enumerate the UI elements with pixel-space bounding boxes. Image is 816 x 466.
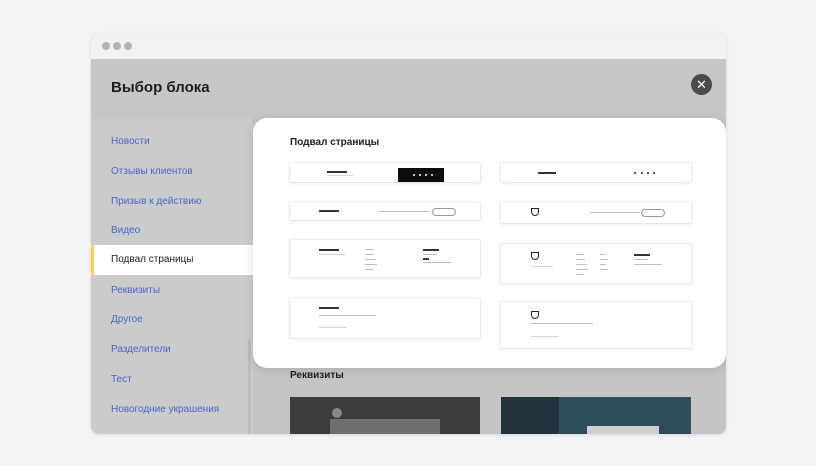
thumbnail-dot — [647, 172, 649, 174]
thumbnail-line — [365, 249, 373, 250]
thumbnail-dot — [419, 174, 421, 176]
sidebar-item-video[interactable]: Видео — [91, 216, 253, 246]
thumbnail-line — [423, 254, 437, 255]
footer-block-thumbnail[interactable] — [501, 302, 691, 348]
thumbnail-line — [365, 269, 373, 270]
close-icon: ✕ — [696, 77, 707, 92]
block-category-sidebar: Новости Отзывы клиентов Призыв к действи… — [91, 119, 253, 434]
thumbnail-button — [432, 208, 456, 216]
window-dot-icon — [102, 42, 110, 50]
thumbnail-text — [634, 254, 650, 256]
requisites-thumbnail[interactable] — [290, 397, 480, 434]
thumbnail-line — [327, 175, 353, 176]
browser-window: Выбор блока ✕ Новости Отзывы клиентов Пр… — [91, 33, 726, 434]
section-title-requisites: Реквизиты — [290, 370, 344, 381]
sidebar-scrollbar[interactable] — [248, 339, 251, 434]
thumbnail-graphic — [501, 397, 559, 434]
thumbnail-line — [600, 264, 606, 265]
window-dot-icon — [124, 42, 132, 50]
requisites-thumbnail[interactable] — [501, 397, 691, 434]
footer-block-thumbnail[interactable] — [290, 202, 480, 220]
thumbnail-line — [576, 269, 588, 270]
thumbnail-line — [576, 264, 587, 265]
thumbnail-logo-mark — [531, 252, 539, 260]
thumbnail-dark-block — [398, 168, 444, 182]
thumbnail-dot — [413, 174, 415, 176]
thumbnail-line — [379, 211, 429, 212]
thumbnail-line — [634, 259, 648, 260]
thumbnail-line — [319, 315, 375, 316]
thumbnail-line — [600, 254, 606, 255]
thumbnail-line — [365, 264, 377, 265]
thumbnail-line — [600, 259, 607, 260]
window-titlebar — [91, 33, 726, 60]
sidebar-item-call-to-action[interactable]: Призыв к действию — [91, 187, 253, 217]
thumbnail-dot — [653, 172, 655, 174]
thumbnail-text — [423, 249, 439, 251]
sidebar-item-requisites[interactable]: Реквизиты — [91, 276, 253, 306]
thumbnail-graphic — [332, 408, 342, 418]
window-dot-icon — [113, 42, 121, 50]
thumbnail-line — [576, 274, 584, 275]
thumbnail-dot — [431, 174, 433, 176]
sidebar-item-reviews[interactable]: Отзывы клиентов — [91, 157, 253, 187]
thumbnail-line — [576, 254, 584, 255]
sidebar-item-news[interactable]: Новости — [91, 127, 253, 157]
sidebar-item-test[interactable]: Тест — [91, 365, 253, 395]
thumbnail-line — [576, 259, 585, 260]
thumbnail-graphic — [330, 419, 440, 434]
thumbnail-logo — [327, 171, 347, 173]
thumbnail-logo — [319, 210, 339, 212]
thumbnail-line — [423, 262, 451, 263]
page-title: Выбор блока — [111, 79, 210, 96]
thumbnail-line — [600, 269, 608, 270]
sidebar-item-new-year-decorations[interactable]: Новогодние украшения — [91, 395, 253, 425]
thumbnail-text — [423, 258, 429, 260]
thumbnail-button — [641, 209, 665, 217]
footer-block-thumbnail[interactable] — [290, 298, 480, 338]
sidebar-item-dividers[interactable]: Разделители — [91, 335, 253, 365]
thumbnail-dot — [425, 174, 427, 176]
thumbnail-logo — [319, 307, 339, 309]
thumbnail-graphic — [587, 426, 659, 434]
thumbnail-logo — [319, 249, 339, 251]
thumbnail-logo — [538, 172, 556, 174]
thumbnail-line — [634, 264, 662, 265]
thumbnail-logo-mark — [531, 208, 539, 216]
thumbnail-line — [365, 259, 376, 260]
footer-block-thumbnail[interactable] — [501, 163, 691, 182]
thumbnail-dot — [641, 172, 643, 174]
panel-title: Подвал страницы — [290, 137, 380, 148]
footer-block-thumbnail[interactable] — [501, 202, 691, 223]
thumbnail-line — [531, 266, 553, 267]
thumbnail-dot — [634, 172, 636, 174]
sidebar-item-footer[interactable]: Подвал страницы — [91, 245, 253, 275]
thumbnail-line — [365, 254, 374, 255]
thumbnail-line — [531, 323, 593, 324]
footer-block-thumbnail[interactable] — [290, 240, 480, 277]
block-preview-panel: Подвал страницы — [253, 118, 726, 368]
thumbnail-logo-mark — [531, 311, 539, 319]
footer-block-thumbnail[interactable] — [501, 244, 691, 283]
thumbnail-line — [319, 327, 347, 328]
thumbnail-line — [531, 336, 559, 337]
thumbnail-line — [319, 254, 345, 255]
footer-block-thumbnail[interactable] — [290, 163, 480, 182]
close-button[interactable]: ✕ — [691, 74, 712, 95]
sidebar-item-other[interactable]: Другое — [91, 305, 253, 335]
thumbnail-line — [590, 212, 640, 213]
